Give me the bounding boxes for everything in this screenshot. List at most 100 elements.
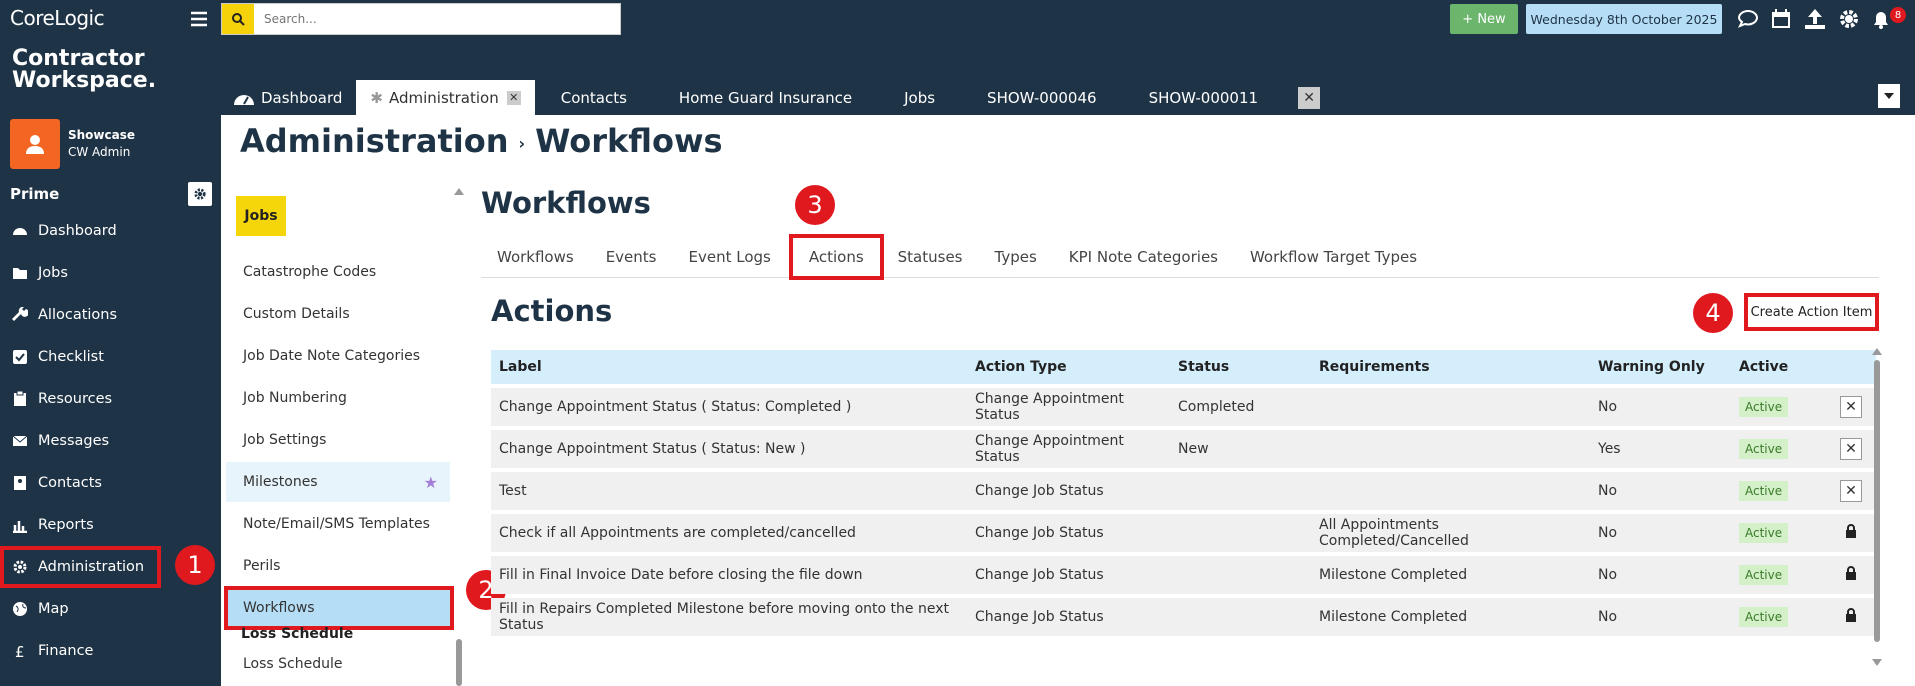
sidebar-item-reports[interactable]: Reports: [0, 504, 221, 546]
tab-close-icon[interactable]: ✕: [506, 90, 521, 105]
table-scrollbar[interactable]: [1872, 346, 1882, 666]
actions-table: Label Action Type Status Requirements Wa…: [491, 346, 1876, 640]
cell-active: Active: [1731, 430, 1826, 468]
submenu-scrollbar[interactable]: [454, 184, 464, 686]
notification-count-badge: 8: [1890, 7, 1906, 23]
cell-active: Active: [1731, 598, 1826, 636]
new-button[interactable]: + New: [1450, 4, 1518, 34]
submenu-item[interactable]: Perils: [226, 546, 450, 586]
delete-icon[interactable]: ✕: [1840, 396, 1862, 418]
dashboard-icon: [13, 228, 27, 235]
wtab-workflows[interactable]: Workflows: [481, 236, 590, 277]
table-row[interactable]: Fill in Repairs Completed Milestone befo…: [491, 598, 1876, 636]
tab-home-guard-insurance[interactable]: Home Guard Insurance: [653, 80, 878, 115]
table-row[interactable]: Test Change Job Status No Active ✕: [491, 472, 1876, 510]
col-action-type[interactable]: Action Type: [967, 350, 1170, 384]
tab-contacts[interactable]: Contacts: [535, 80, 653, 115]
create-action-item-button[interactable]: Create Action Item: [1744, 293, 1879, 331]
submenu-item[interactable]: Custom Details: [226, 294, 450, 334]
cell-type: Change Appointment Status: [967, 430, 1170, 468]
hamburger-menu-icon[interactable]: [190, 10, 208, 28]
sidebar-item-dashboard[interactable]: Dashboard: [0, 210, 221, 252]
contractor-workspace-logo: Contractor Workspace.: [12, 48, 156, 92]
table-row[interactable]: Fill in Final Invoice Date before closin…: [491, 556, 1876, 594]
cell-req: [1311, 388, 1590, 426]
prime-settings-gear-icon[interactable]: [188, 182, 212, 206]
tab-jobs[interactable]: Jobs: [878, 80, 961, 115]
table-row[interactable]: Change Appointment Status ( Status: Comp…: [491, 388, 1876, 426]
sidebar-item-map[interactable]: Map: [0, 588, 221, 630]
submenu-item-milestones[interactable]: Milestones ★: [226, 462, 450, 502]
bell-icon[interactable]: [1870, 8, 1892, 30]
tab-show-000046[interactable]: SHOW-000046: [961, 80, 1123, 115]
sidebar-nav: Dashboard Jobs Allocations Checklist Res…: [0, 210, 221, 672]
delete-icon[interactable]: ✕: [1840, 438, 1862, 460]
wtab-event-logs[interactable]: Event Logs: [673, 236, 787, 277]
date-display: Wednesday 8th October 2025: [1526, 4, 1722, 34]
submenu-group-loss-schedule: Loss Schedule: [241, 626, 354, 642]
table-row[interactable]: Change Appointment Status ( Status: New …: [491, 430, 1876, 468]
wtab-actions[interactable]: Actions: [788, 234, 884, 280]
wtab-types[interactable]: Types: [979, 236, 1053, 277]
wtab-workflow-target-types[interactable]: Workflow Target Types: [1234, 236, 1433, 277]
sidebar-item-messages[interactable]: Messages: [0, 420, 221, 462]
active-badge: Active: [1739, 397, 1789, 417]
sidebar-item-checklist[interactable]: Checklist: [0, 336, 221, 378]
wtab-events[interactable]: Events: [590, 236, 673, 277]
search-icon: [232, 13, 245, 26]
settings-gear-icon[interactable]: [1838, 8, 1860, 30]
close-tab-icon[interactable]: ✕: [1298, 86, 1321, 109]
search-button[interactable]: [222, 4, 254, 34]
cell-warn: No: [1590, 472, 1731, 510]
table-row[interactable]: Check if all Appointments are completed/…: [491, 514, 1876, 552]
pound-icon: £: [15, 643, 25, 659]
sidebar-item-finance[interactable]: £ Finance: [0, 630, 221, 672]
globe-icon: [13, 602, 27, 616]
wtab-kpi-note-categories[interactable]: KPI Note Categories: [1053, 236, 1234, 277]
submenu-item-workflows[interactable]: Workflows: [224, 586, 454, 630]
cell-active: Active: [1731, 556, 1826, 594]
submenu-item[interactable]: Catastrophe Codes: [226, 252, 450, 292]
cell-warn: No: [1590, 598, 1731, 636]
col-requirements[interactable]: Requirements: [1311, 350, 1590, 384]
upload-icon[interactable]: [1804, 8, 1826, 30]
search-input[interactable]: [264, 12, 604, 26]
svg-text:£: £: [15, 643, 25, 659]
tab-dropdown-chevron-down-icon[interactable]: [1878, 84, 1900, 108]
submenu-item[interactable]: Loss Schedule: [226, 644, 450, 684]
asterisk-icon: ✱: [370, 88, 383, 107]
delete-icon[interactable]: ✕: [1840, 480, 1862, 502]
sidebar-item-allocations[interactable]: Allocations: [0, 294, 221, 336]
cell-active: Active: [1731, 472, 1826, 510]
cell-type: Change Job Status: [967, 472, 1170, 510]
sidebar-item-contacts[interactable]: Contacts: [0, 462, 221, 504]
submenu-item[interactable]: Job Numbering: [226, 378, 450, 418]
cell-type: Change Job Status: [967, 598, 1170, 636]
col-label[interactable]: Label: [491, 350, 967, 384]
tab-show-000011[interactable]: SHOW-000011: [1123, 80, 1285, 115]
col-active[interactable]: Active: [1731, 350, 1826, 384]
submenu-group-jobs: Jobs: [236, 196, 286, 236]
wtab-statuses[interactable]: Statuses: [882, 236, 979, 277]
submenu-item[interactable]: Job Date Note Categories: [226, 336, 450, 376]
col-warning-only[interactable]: Warning Only: [1590, 350, 1731, 384]
cell-warn: No: [1590, 388, 1731, 426]
sidebar-item-administration[interactable]: Administration: [0, 546, 161, 588]
submenu-item[interactable]: Note/Email/SMS Templates: [226, 504, 450, 544]
chat-icon[interactable]: [1737, 8, 1759, 30]
tab-administration[interactable]: ✱ Administration ✕: [356, 80, 535, 115]
submenu-item[interactable]: Job Settings: [226, 420, 450, 460]
col-status[interactable]: Status: [1170, 350, 1311, 384]
calendar-icon[interactable]: [1770, 8, 1792, 30]
cell-warn: Yes: [1590, 430, 1731, 468]
sidebar-item-resources[interactable]: Resources: [0, 378, 221, 420]
lock-icon: [1846, 566, 1856, 580]
user-box[interactable]: Showcase CW Admin: [10, 119, 135, 169]
lock-icon: [1846, 524, 1856, 538]
cell-status: Completed: [1170, 388, 1311, 426]
sidebar-item-jobs[interactable]: Jobs: [0, 252, 221, 294]
cell-label: Fill in Final Invoice Date before closin…: [491, 556, 967, 594]
tab-dashboard[interactable]: Dashboard: [221, 80, 356, 115]
active-badge: Active: [1739, 565, 1789, 585]
envelope-icon: [12, 435, 28, 446]
